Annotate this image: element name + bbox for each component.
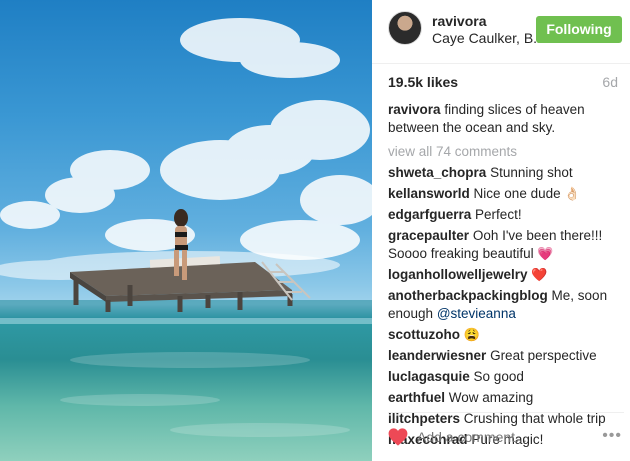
photo-scene	[0, 18, 372, 437]
ok-hand-emoji: 👌🏻	[564, 186, 581, 201]
post-photo[interactable]	[0, 0, 372, 461]
more-options-icon[interactable]: •••	[602, 427, 622, 445]
comment-bar: •••	[388, 412, 624, 456]
caption-username[interactable]: ravivora	[388, 102, 441, 117]
post-time: 6d	[602, 74, 618, 90]
heart-icon[interactable]	[388, 428, 408, 446]
following-button[interactable]: Following	[536, 16, 622, 43]
location-link[interactable]: Caye Caulker, B...	[432, 30, 545, 46]
comment-row: leanderwiesner Great perspective	[388, 347, 620, 365]
mention-link[interactable]: @stevieanna	[437, 306, 516, 321]
caption: ravivora finding slices of heaven betwee…	[388, 101, 620, 137]
comments-list: ravivora finding slices of heaven betwee…	[388, 101, 620, 452]
comment-row: anotherbackpackingblog Me, soon enough @…	[388, 287, 620, 323]
red-heart-emoji: ❤️	[531, 267, 548, 282]
avatar[interactable]	[388, 11, 422, 45]
likes-count[interactable]: 19.5k likes	[388, 74, 458, 90]
comment-text: Wow amazing	[448, 390, 534, 405]
comment-row: kellansworld Nice one dude 👌🏻	[388, 185, 620, 203]
comment-row: luclagasquie So good	[388, 368, 620, 386]
comment-username[interactable]: earthfuel	[388, 390, 445, 405]
comment-row: edgarfguerra Perfect!	[388, 206, 620, 224]
comment-text: Perfect!	[475, 207, 522, 222]
comment-username[interactable]: scottuzoho	[388, 327, 460, 342]
comment-row: earthfuel Wow amazing	[388, 389, 620, 407]
comment-username[interactable]: luclagasquie	[388, 369, 470, 384]
comment-row: loganhollowelljewelry ❤️	[388, 266, 620, 284]
comment-username[interactable]: leanderwiesner	[388, 348, 486, 363]
comment-username[interactable]: kellansworld	[388, 186, 470, 201]
comment-row: gracepaulter Ooh I've been there!!! Sooo…	[388, 227, 620, 263]
post-header: ravivora Caye Caulker, B... Following	[372, 0, 630, 64]
comment-text: So good	[473, 369, 524, 384]
post-sidebar: ravivora Caye Caulker, B... Following 19…	[372, 0, 630, 461]
pink-heart-emoji: 💗	[537, 246, 554, 261]
comment-username[interactable]: gracepaulter	[388, 228, 469, 243]
header-username[interactable]: ravivora	[432, 13, 486, 29]
view-all-comments-link[interactable]: view all 74 comments	[388, 143, 620, 161]
weary-face-emoji: 😩	[463, 327, 480, 342]
comment-text: Stunning shot	[490, 165, 573, 180]
comment-username[interactable]: shweta_chopra	[388, 165, 486, 180]
comment-username[interactable]: anotherbackpackingblog	[388, 288, 548, 303]
comment-username[interactable]: edgarfguerra	[388, 207, 471, 222]
comment-row: scottuzoho 😩	[388, 326, 620, 344]
add-comment-input[interactable]	[417, 429, 567, 445]
comment-text: Nice one dude	[473, 186, 561, 201]
comment-row: shweta_chopra Stunning shot	[388, 164, 620, 182]
comment-text: Great perspective	[490, 348, 597, 363]
comment-username[interactable]: loganhollowelljewelry	[388, 267, 528, 282]
